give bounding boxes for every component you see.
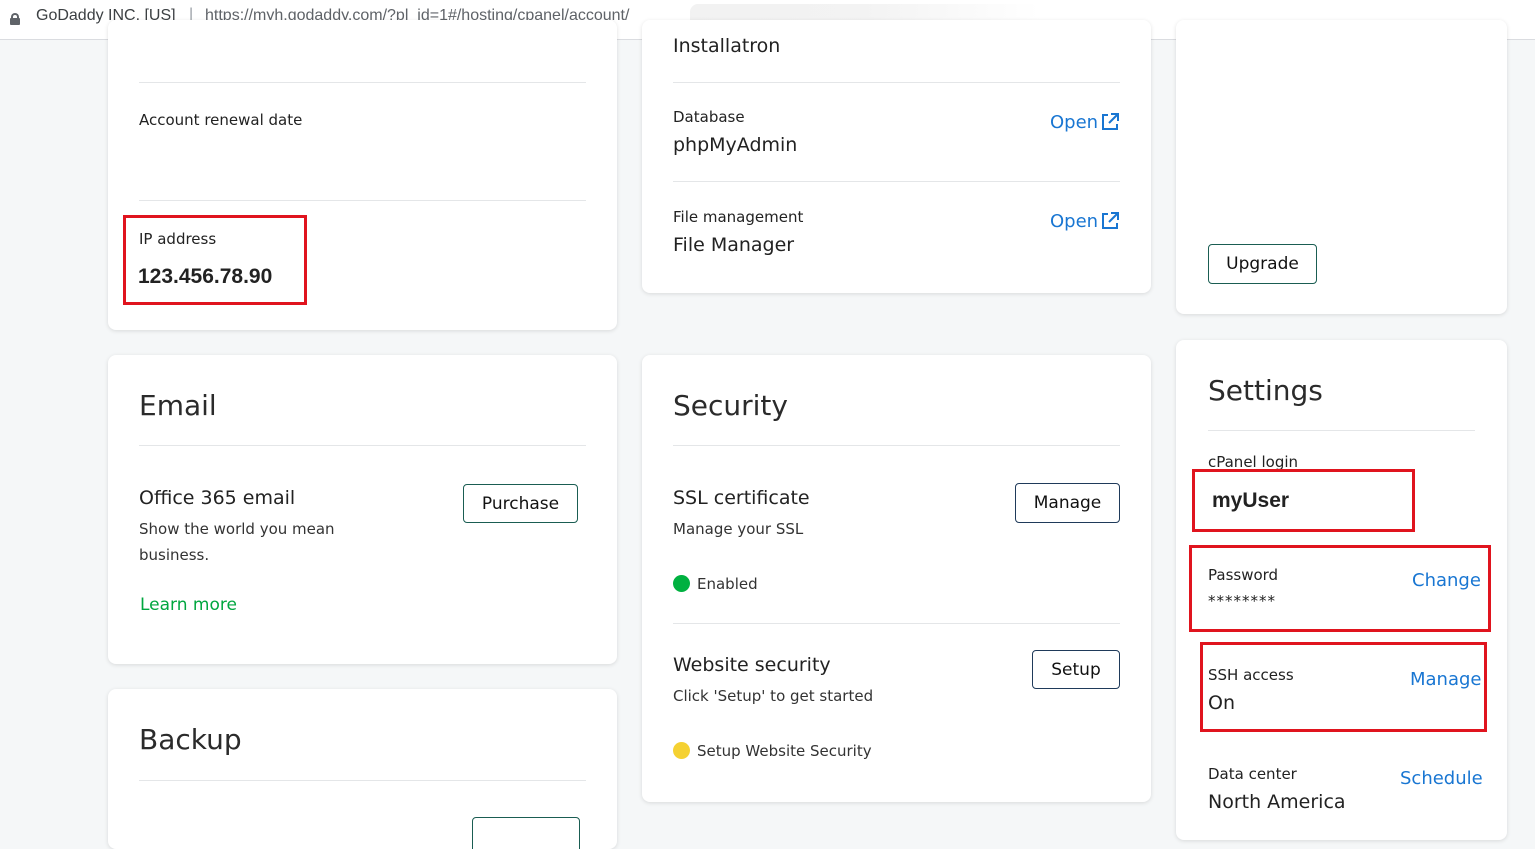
backup-title: Backup <box>139 723 242 756</box>
external-link-icon[interactable] <box>1101 212 1119 230</box>
website-security-title: Website security <box>673 654 831 676</box>
lock-icon <box>10 13 20 25</box>
purchase-button[interactable]: Purchase <box>463 484 578 523</box>
database-value: phpMyAdmin <box>673 134 798 156</box>
open-phpmyadmin-link[interactable]: Open <box>1050 112 1098 133</box>
schedule-data-center-link[interactable]: Schedule <box>1400 768 1483 789</box>
installatron-value: Installatron <box>673 35 781 57</box>
ssl-status-green-dot <box>673 575 690 592</box>
backup-action-button[interactable] <box>472 817 580 849</box>
divider <box>139 200 586 201</box>
ssl-status-text: Enabled <box>697 575 758 593</box>
learn-more-link[interactable]: Learn more <box>140 595 237 615</box>
ip-address-highlight <box>123 215 307 305</box>
manage-ssl-button[interactable]: Manage <box>1015 483 1120 523</box>
website-security-yellow-dot <box>673 742 690 759</box>
ssl-certificate-title: SSL certificate <box>673 487 810 509</box>
file-management-label: File management <box>673 208 804 226</box>
backup-card: Backup <box>108 689 617 849</box>
website-security-status-text: Setup Website Security <box>697 742 872 760</box>
plan-card: Upgrade <box>1176 20 1507 314</box>
office365-description-line2: business. <box>139 546 210 564</box>
email-title: Email <box>139 389 217 422</box>
divider <box>673 181 1120 182</box>
divider <box>673 623 1120 624</box>
external-link-icon[interactable] <box>1101 113 1119 131</box>
website-security-subtitle: Click 'Setup' to get started <box>673 687 874 705</box>
password-highlight <box>1189 545 1491 632</box>
database-label: Database <box>673 108 745 126</box>
hosting-tools-card: Installatron Database phpMyAdmin Open Fi… <box>642 20 1151 293</box>
security-title: Security <box>673 389 788 422</box>
file-manager-value: File Manager <box>673 234 795 256</box>
upgrade-button[interactable]: Upgrade <box>1208 244 1317 284</box>
office365-description-line1: Show the world you mean <box>139 520 335 538</box>
open-file-manager-link[interactable]: Open <box>1050 211 1098 232</box>
settings-title: Settings <box>1208 374 1323 407</box>
divider <box>139 82 586 83</box>
data-center-value: North America <box>1208 791 1346 813</box>
divider <box>1208 430 1475 431</box>
account-renewal-label: Account renewal date <box>139 111 303 129</box>
ssh-access-highlight <box>1200 642 1487 732</box>
cpanel-login-highlight <box>1192 469 1415 532</box>
divider <box>139 445 586 446</box>
email-card: Email Office 365 email Show the world yo… <box>108 355 617 664</box>
setup-website-security-button[interactable]: Setup <box>1032 650 1120 689</box>
security-card: Security SSL certificate Manage your SSL… <box>642 355 1151 802</box>
data-center-label: Data center <box>1208 765 1297 783</box>
divider <box>673 82 1120 83</box>
divider <box>139 780 586 781</box>
office365-title: Office 365 email <box>139 487 296 509</box>
divider <box>673 445 1120 446</box>
ssl-certificate-subtitle: Manage your SSL <box>673 520 804 538</box>
